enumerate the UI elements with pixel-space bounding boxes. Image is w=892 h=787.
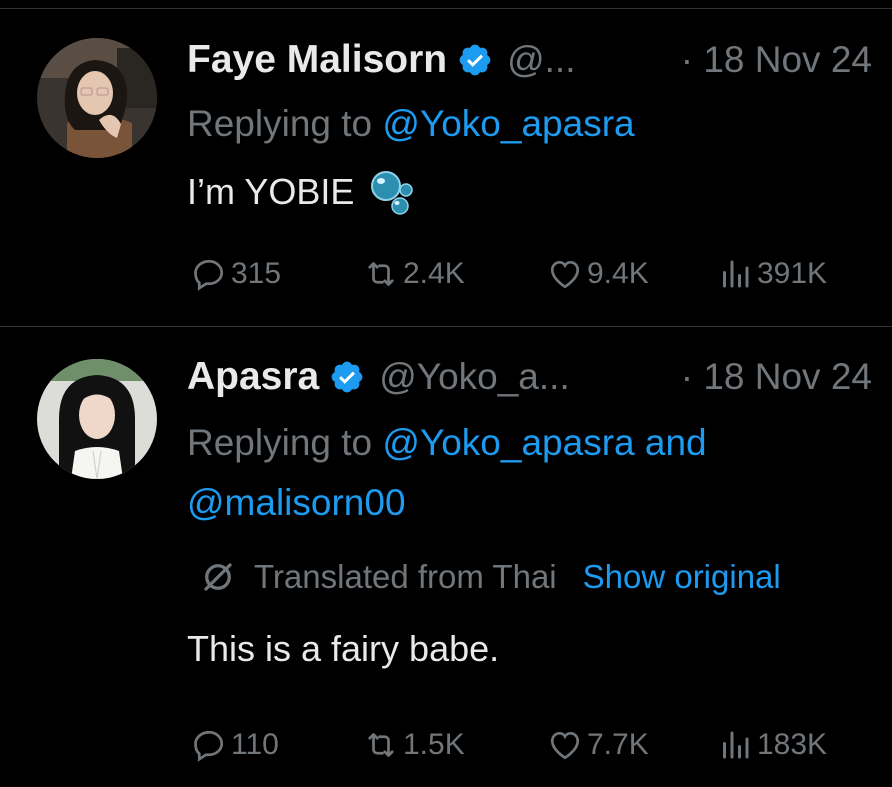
tweet[interactable]: Apasra @Yoko_a... · 18 Nov 24 Replying t… [0,327,892,787]
bubbles-icon [371,171,414,215]
tweet-text: This is a fairy babe. [187,628,499,670]
repost-icon [368,733,394,757]
views-count: 183K [757,728,828,761]
views-icon [723,731,749,759]
like-button[interactable]: 9.4K [547,252,649,296]
repost-count: 2.4K [403,257,465,290]
verified-badge-icon[interactable] [457,42,493,78]
author-name[interactable]: Faye Malisorn [187,38,447,82]
repost-button[interactable]: 1.5K [363,723,465,767]
like-count: 7.7K [587,728,649,761]
avatar-image [37,38,157,158]
author-handle[interactable]: @... [507,39,575,81]
replying-prefix: Replying to [187,103,383,144]
action-bar: 110 1.5K 7.7K 183K [187,723,867,767]
like-count: 9.4K [587,257,649,290]
author-name[interactable]: Apasra [187,355,319,399]
reply-count: 315 [231,257,282,290]
action-bar: 315 2.4K 9.4K 391K [187,252,867,296]
reply-icon [194,259,224,291]
replying-prefix: Replying to [187,422,383,463]
views-count: 391K [757,257,828,290]
repost-icon [368,262,394,286]
timestamp[interactable]: · 18 Nov 24 [681,356,872,398]
avatar[interactable] [37,359,157,479]
reply-button[interactable]: 110 [191,723,279,767]
tweet-text-content: I’m YOBIE [187,171,355,212]
views-icon [723,260,749,288]
mention-link[interactable]: @Yoko_apasra [382,103,634,144]
like-button[interactable]: 7.7K [547,723,649,767]
repost-button[interactable]: 2.4K [363,252,465,296]
author-handle[interactable]: @Yoko_a... [379,356,570,398]
avatar[interactable] [37,38,157,158]
reply-count: 110 [231,728,279,761]
show-original-link[interactable]: Show original [583,558,781,596]
timestamp[interactable]: · 18 Nov 24 [681,39,872,81]
tweet-text: I’m YOBIE [187,168,420,216]
avatar-image [37,359,157,479]
heart-icon [550,260,580,289]
repost-count: 1.5K [403,728,465,761]
translate-icon [204,563,232,591]
tweet-header: Apasra @Yoko_a... · 18 Nov 24 [187,353,872,401]
tweet-text-content: This is a fairy babe. [187,628,500,669]
replying-to: Replying to @Yoko_apasra and @malisorn00 [187,413,852,533]
tweet[interactable]: Faye Malisorn @... · 18 Nov 24 Replying … [0,0,892,326]
reply-icon [194,730,224,762]
replying-to: Replying to @Yoko_apasra [187,94,852,154]
verified-badge-icon[interactable] [329,359,365,395]
translation-notice: Translated from Thai Show original [200,555,781,599]
views-button[interactable]: 391K [717,252,827,296]
tweet-header: Faye Malisorn @... · 18 Nov 24 [187,36,872,84]
heart-icon [550,731,580,760]
views-button[interactable]: 183K [717,723,827,767]
translation-label: Translated from Thai [254,558,557,595]
reply-button[interactable]: 315 [191,252,281,296]
